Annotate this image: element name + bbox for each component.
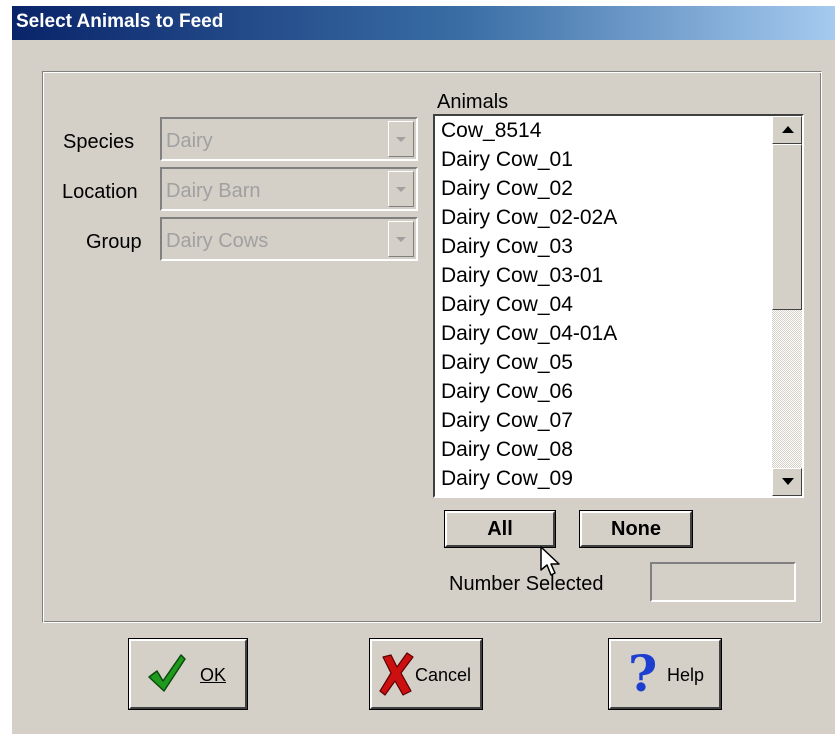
species-combo[interactable]: Dairy (160, 117, 418, 161)
list-item[interactable]: Dairy Cow_02 (435, 174, 770, 203)
list-item[interactable]: Dairy Cow_05 (435, 348, 770, 377)
list-item[interactable]: Dairy Cow_03 (435, 232, 770, 261)
checkmark-icon (147, 651, 187, 700)
list-item[interactable]: Dairy Cow_07 (435, 406, 770, 435)
animals-listbox[interactable]: Cow_8514 Dairy Cow_01 Dairy Cow_02 Dairy… (433, 114, 804, 498)
ok-label: OK (200, 665, 227, 685)
animals-label: Animals (437, 91, 509, 113)
scroll-up-button[interactable] (772, 116, 802, 144)
chevron-down-icon (396, 237, 406, 242)
arrow-up-icon (782, 126, 794, 133)
animals-scrollbar[interactable] (772, 116, 802, 496)
ok-button[interactable]: OK (129, 639, 247, 709)
group-value: Dairy Cows (166, 230, 269, 252)
window-title: Select Animals to Feed (16, 11, 224, 32)
animals-list[interactable]: Cow_8514 Dairy Cow_01 Dairy Cow_02 Dairy… (435, 116, 770, 496)
chevron-down-icon (396, 137, 406, 142)
list-item[interactable]: Dairy Cow_03-01 (435, 261, 770, 290)
group-label: Group (86, 231, 142, 253)
select-none-button[interactable]: None (580, 511, 692, 547)
x-icon (379, 651, 415, 702)
location-combo[interactable]: Dairy Barn (160, 167, 418, 211)
list-item[interactable]: Dairy Cow_04-01A (435, 319, 770, 348)
cancel-button[interactable]: Cancel (370, 639, 482, 709)
location-value: Dairy Barn (166, 180, 261, 202)
mouse-pointer-icon (540, 546, 562, 585)
list-item[interactable]: Dairy Cow_02-02A (435, 203, 770, 232)
list-item[interactable]: Cow_8514 (435, 116, 770, 145)
scroll-thumb[interactable] (772, 144, 802, 310)
chevron-down-icon (396, 187, 406, 192)
svg-text:?: ? (628, 647, 656, 699)
help-label: Help (667, 665, 705, 685)
select-all-button[interactable]: All (445, 511, 555, 547)
list-item[interactable]: Dairy Cow_06 (435, 377, 770, 406)
list-item[interactable]: Dairy Cow_01 (435, 145, 770, 174)
scroll-down-button[interactable] (772, 468, 802, 496)
arrow-down-icon (782, 478, 794, 485)
location-dropdown-button[interactable] (388, 171, 414, 207)
number-selected-label: Number Selected (449, 573, 604, 595)
list-item[interactable]: Dairy Cow_04 (435, 290, 770, 319)
group-combo[interactable]: Dairy Cows (160, 217, 418, 261)
species-value: Dairy (166, 130, 213, 152)
help-button[interactable]: ? Help (609, 639, 721, 709)
cancel-label: Cancel (415, 665, 472, 685)
species-dropdown-button[interactable] (388, 121, 414, 157)
list-item[interactable]: Dairy Cow_09 (435, 464, 770, 493)
dialog-window: Select Animals to Feed Species Dairy Loc… (12, 6, 835, 734)
species-label: Species (63, 131, 135, 153)
list-item[interactable]: Dairy Cow_08 (435, 435, 770, 464)
question-icon: ? (626, 644, 657, 704)
title-bar[interactable]: Select Animals to Feed (12, 6, 835, 40)
location-label: Location (62, 181, 138, 203)
group-dropdown-button[interactable] (388, 221, 414, 257)
number-selected-field (650, 562, 796, 602)
